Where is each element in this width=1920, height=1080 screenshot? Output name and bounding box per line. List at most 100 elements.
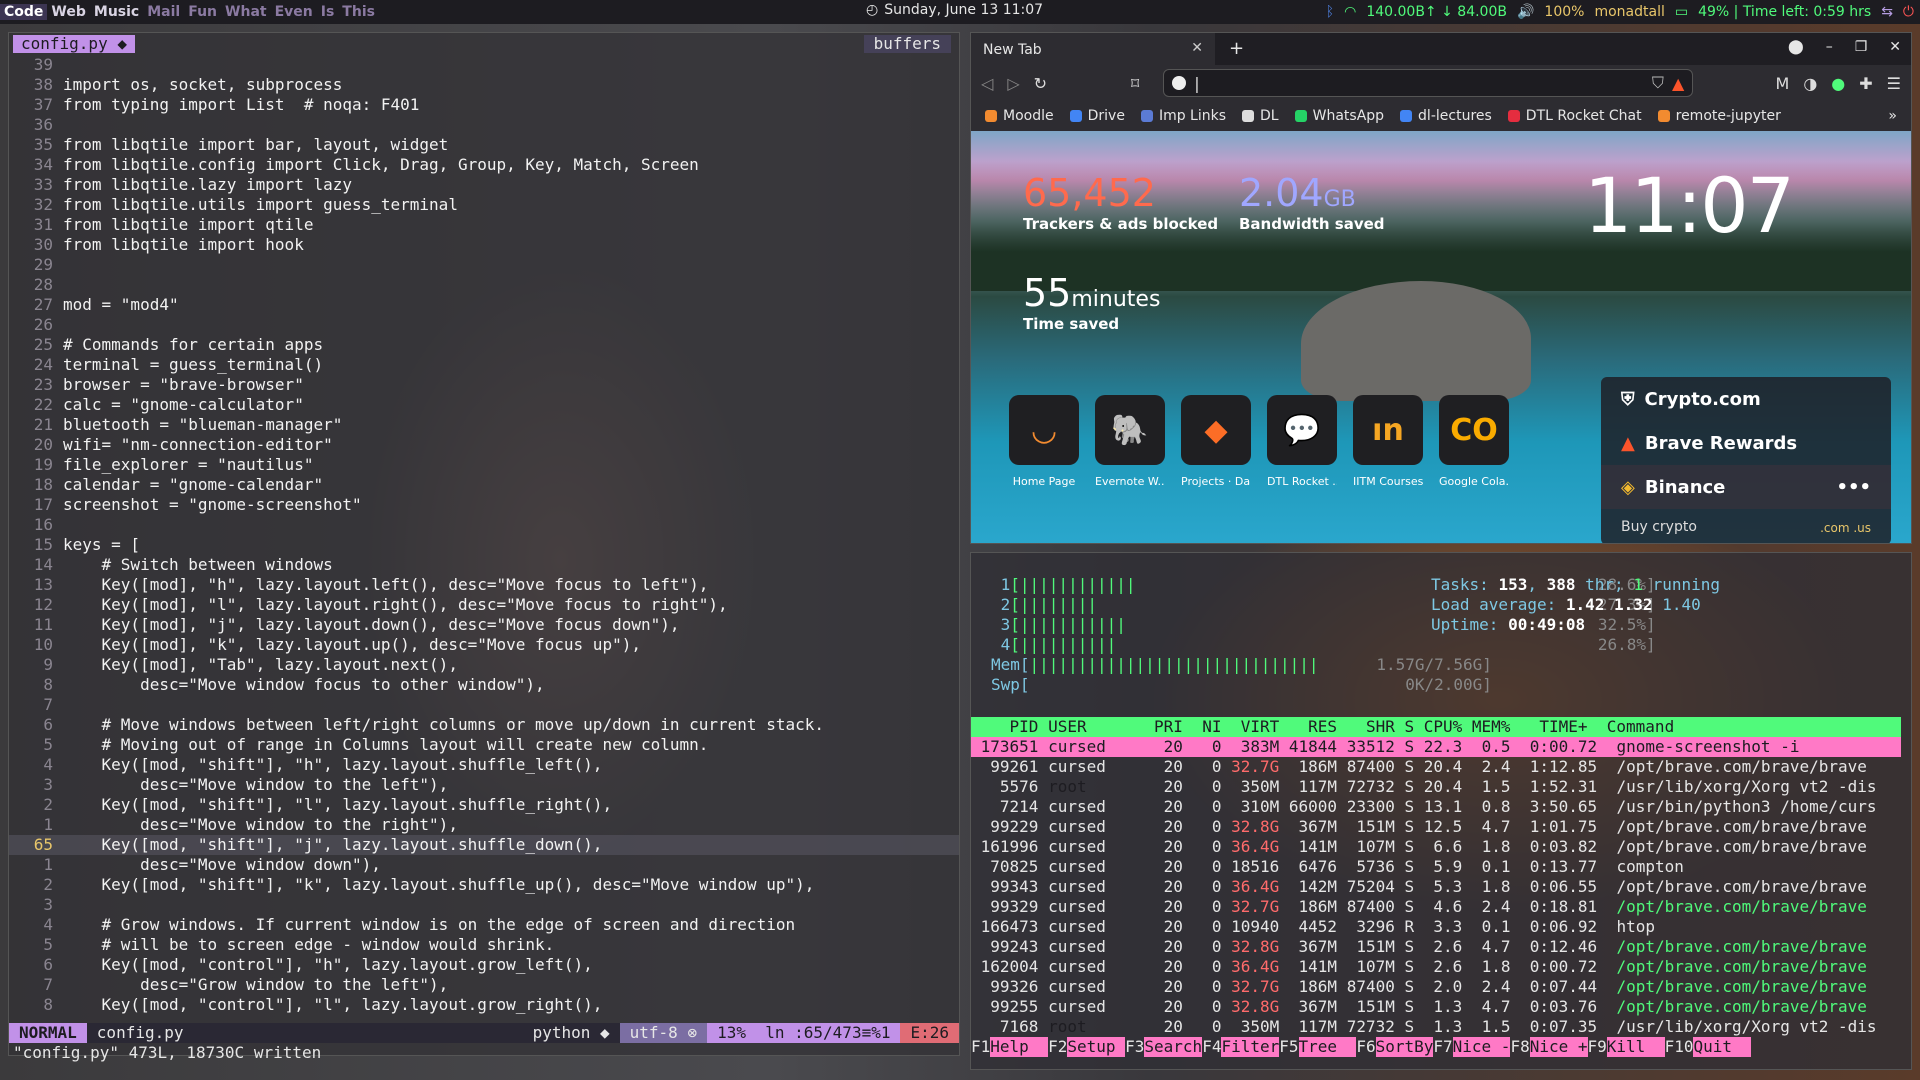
reload-icon[interactable]: ↻ [1034,74,1047,93]
address-bar[interactable]: | ⛉ ▲ [1163,69,1694,97]
fkey-label[interactable]: Quit [1693,1037,1752,1057]
new-tab-icon[interactable]: + [1229,38,1244,59]
bookmark-dtl-rocket-chat[interactable]: DTL Rocket Chat [1507,108,1642,124]
process-row[interactable]: 99343 cursed 20 0 36.4G 142M 75204 S 5.3… [971,877,1901,897]
url-input[interactable]: | [1194,74,1644,93]
group-this[interactable]: This [338,4,379,20]
group-mail[interactable]: Mail [143,4,184,20]
process-row[interactable]: 99243 cursed 20 0 32.8G 367M 151M S 2.6 … [971,937,1901,957]
buy-crypto-domains[interactable]: .com .us [1820,521,1871,535]
ext-icon[interactable]: ◑ [1803,74,1817,93]
fkey-f5[interactable]: F5 [1279,1037,1298,1057]
fkey-f9[interactable]: F9 [1588,1037,1607,1057]
tab-new-tab[interactable]: New Tab ✕ [971,33,1215,65]
binance-widget[interactable]: ◈ Binance ••• [1601,465,1891,509]
forward-icon[interactable]: ▷ [1007,74,1019,93]
bookmark-remote-jupyter[interactable]: remote-jupyter [1657,108,1781,124]
top-site-tile[interactable]: 💬 DTL Rocket ... [1267,395,1337,488]
group-code[interactable]: Code [0,4,48,20]
fkey-f8[interactable]: F8 [1510,1037,1529,1057]
gmail-ext-icon[interactable]: M [1776,74,1790,93]
process-row[interactable]: 161996 cursed 20 0 36.4G 141M 107M S 6.6… [971,837,1901,857]
more-icon[interactable]: ••• [1836,477,1871,498]
vim-editor[interactable]: 39 38 import os, socket, subprocess 37 from … [9,55,959,1023]
crypto-widget[interactable]: ⛨ Crypto.com ▲ Brave Rewards ◈ Binance ••• B… [1601,377,1891,543]
buy-crypto[interactable]: Buy crypto .com .us [1601,509,1891,543]
brave-rewards-widget[interactable]: ▲ Brave Rewards [1601,421,1891,465]
process-row[interactable]: 173651 cursed 20 0 383M 41844 33512 S 22… [971,737,1901,757]
process-table[interactable]: 173651 cursed 20 0 383M 41844 33512 S 22… [971,737,1901,1037]
process-row[interactable]: 99255 cursed 20 0 32.8G 367M 151M S 1.3 … [971,997,1901,1017]
close-tab-icon[interactable]: ✕ [1191,40,1203,56]
process-row[interactable]: 5576 root 20 0 350M 117M 72732 S 20.4 1.… [971,777,1901,797]
process-row[interactable]: 99229 cursed 20 0 32.8G 367M 151M S 12.5… [971,817,1901,837]
fkey-label[interactable]: Filter [1221,1037,1280,1057]
fkey-f2[interactable]: F2 [1048,1037,1067,1057]
bookmark-dl[interactable]: DL [1242,108,1279,124]
fkey-f6[interactable]: F6 [1356,1037,1375,1057]
fkey-label[interactable]: Nice - [1452,1037,1511,1057]
vim-tab-config[interactable]: config.py ◆ [13,35,135,53]
bookmarks-overflow-icon[interactable]: » [1888,108,1897,124]
menu-icon[interactable]: ☰ [1887,74,1901,93]
htop-terminal[interactable]: 1[|||||||||||| 28.6%] 2[|||||||| 27.3%] … [970,552,1912,1070]
process-row[interactable]: 7168 root 20 0 350M 117M 72732 S 1.3 1.5… [971,1017,1901,1037]
brave-shields-icon[interactable]: ⛉ [1652,73,1664,93]
fkey-label[interactable]: Nice + [1529,1037,1588,1057]
process-row[interactable]: 99326 cursed 20 0 32.7G 186M 87400 S 2.0… [971,977,1901,997]
bookmark-imp-links[interactable]: Imp Links [1140,108,1226,124]
fkey-label[interactable]: SortBy [1375,1037,1434,1057]
fkey-f1[interactable]: F1 [971,1037,990,1057]
puzzle-icon[interactable]: ✚ [1859,74,1872,93]
fkey-label[interactable]: Setup [1067,1037,1126,1057]
group-even[interactable]: Even [271,4,317,20]
fkey-label[interactable]: Search [1144,1037,1203,1057]
process-row[interactable]: 99261 cursed 20 0 32.7G 186M 87400 S 20.… [971,757,1901,777]
sync-icon[interactable]: ⇆ [1881,4,1893,20]
close-window-icon[interactable]: ✕ [1889,39,1901,55]
brave-rewards-icon[interactable]: ▲ [1672,74,1684,93]
group-music[interactable]: Music [90,4,143,20]
process-cell: 0 [1182,777,1222,796]
top-site-tile[interactable]: 🐘 Evernote W... [1095,395,1165,488]
top-site-tile[interactable]: ın IITM Courses [1353,395,1423,488]
maximize-icon[interactable]: ❐ [1855,39,1868,55]
top-site-tile[interactable]: ◡ Home Page [1009,395,1079,488]
fkey-label[interactable]: Help [990,1037,1049,1057]
tab-search-icon[interactable]: ⬤ [1788,39,1804,55]
bookmark-moodle[interactable]: Moodle [985,108,1054,124]
top-site-tile[interactable]: CO Google Cola... [1439,395,1509,488]
bookmark-icon[interactable]: ⌑ [1131,74,1139,93]
process-row[interactable]: 166473 cursed 20 0 10940 4452 3296 R 3.3… [971,917,1901,937]
power-icon[interactable]: ⏻ [1903,4,1914,20]
bookmark-dl-lectures[interactable]: dl-lectures [1400,108,1492,124]
wifi-icon[interactable]: ◠ [1344,4,1356,20]
process-row[interactable]: 99329 cursed 20 0 32.7G 186M 87400 S 4.6… [971,897,1901,917]
process-row[interactable]: 7214 cursed 20 0 310M 66000 23300 S 13.1… [971,797,1901,817]
process-cell: cursed [1038,897,1145,916]
group-what[interactable]: What [221,4,271,20]
fkey-f3[interactable]: F3 [1125,1037,1144,1057]
vim-window[interactable]: config.py ◆ buffers 39 38 import os, socke… [8,32,960,1062]
group-is[interactable]: Is [317,4,339,20]
minimize-icon[interactable]: – [1826,39,1833,55]
ext-green-icon[interactable]: ● [1831,74,1845,93]
volume-icon[interactable]: 🔊 [1517,4,1534,20]
process-table-header[interactable]: PID USER PRI NI VIRT RES SHR S CPU% MEM%… [971,717,1901,737]
fkey-f4[interactable]: F4 [1202,1037,1221,1057]
group-web[interactable]: Web [47,4,89,20]
fkey-label[interactable]: Tree [1298,1037,1357,1057]
process-row[interactable]: 70825 cursed 20 0 18516 6476 5736 S 5.9 … [971,857,1901,877]
bookmark-whatsapp[interactable]: WhatsApp [1294,108,1384,124]
bluetooth-icon[interactable]: ᛒ [1326,4,1334,20]
brave-browser-window[interactable]: New Tab ✕ + ⬤ – ❐ ✕ ◁ ▷ ↻ ⌑ | ⛉ ▲ M ◑ ● … [970,32,1912,544]
crypto-com-widget[interactable]: ⛨ Crypto.com [1601,377,1891,421]
fkey-f10[interactable]: F10 [1665,1037,1694,1057]
fkey-label[interactable]: Kill [1606,1037,1665,1057]
back-icon[interactable]: ◁ [981,74,993,93]
bookmark-drive[interactable]: Drive [1069,108,1125,124]
process-row[interactable]: 162004 cursed 20 0 36.4G 141M 107M S 2.6… [971,957,1901,977]
top-site-tile[interactable]: ◆ Projects · Da... [1181,395,1251,488]
fkey-f7[interactable]: F7 [1433,1037,1452,1057]
group-fun[interactable]: Fun [184,4,221,20]
